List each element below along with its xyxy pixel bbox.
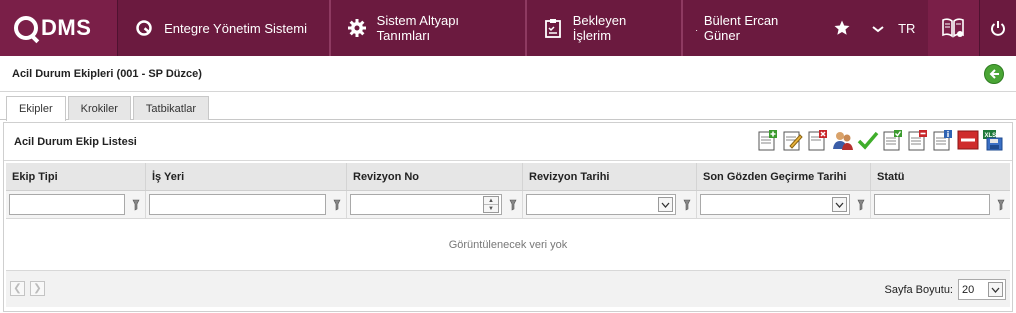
- user-menu[interactable]: . Bülent Ercan Güner: [683, 0, 825, 56]
- tab-ekipler[interactable]: Ekipler: [6, 96, 66, 121]
- approve-check-icon[interactable]: [856, 127, 879, 153]
- q-logo-icon: [14, 16, 38, 40]
- filter-revizyon-no-input[interactable]: ▲ ▼: [350, 194, 502, 215]
- user-name: Bülent Ercan Güner: [703, 13, 779, 43]
- filter-ekip-tipi-input[interactable]: [9, 194, 126, 215]
- spin-down-icon[interactable]: ▼: [484, 205, 498, 212]
- filter-options-icon[interactable]: [504, 199, 522, 211]
- edit-record-icon[interactable]: [781, 127, 804, 153]
- filter-options-icon[interactable]: [127, 199, 145, 211]
- power-logout-icon[interactable]: [980, 0, 1016, 56]
- panel-header: Acil Durum Ekip Listesi XLS: [4, 123, 1012, 161]
- language-selector[interactable]: TR: [860, 0, 928, 56]
- back-arrow-icon[interactable]: [984, 64, 1004, 84]
- nav-bekleyen-islerim[interactable]: Bekleyen İşlerim: [527, 0, 682, 56]
- number-spinner[interactable]: ▲ ▼: [483, 196, 499, 213]
- top-navigation-bar: DMS Entegre Yönetim Sistemi Sistem Altya…: [0, 0, 1016, 56]
- nav-label: Bekleyen İşlerim: [572, 13, 627, 43]
- add-record-icon[interactable]: [756, 127, 779, 153]
- column-header-son-gozden-gecirme-tarihi[interactable]: Son Gözden Geçirme Tarihi: [697, 163, 871, 190]
- column-header-is-yeri[interactable]: İş Yeri: [146, 163, 347, 190]
- chevron-down-icon[interactable]: [658, 197, 674, 212]
- nav-label: Sistem Altyapı Tanımları: [376, 13, 460, 43]
- filter-son-gozden-gecirme-select[interactable]: [700, 194, 851, 215]
- chevron-down-icon[interactable]: [832, 197, 848, 212]
- clipboard-icon: [543, 18, 562, 38]
- delete-record-icon[interactable]: [806, 127, 829, 153]
- nav-sistem-altyapi-tanimlari[interactable]: Sistem Altyapı Tanımları: [330, 0, 526, 56]
- filter-revizyon-tarihi-select[interactable]: [526, 194, 677, 215]
- grid-toolbar: XLS: [754, 127, 1004, 153]
- tab-strip: Ekipler Krokiler Tatbikatlar: [6, 96, 211, 121]
- prev-page-button[interactable]: ❮: [10, 281, 25, 296]
- tab-krokiler[interactable]: Krokiler: [67, 96, 131, 120]
- column-header-ekip-tipi[interactable]: Ekip Tipi: [6, 163, 146, 190]
- page-title: Acil Durum Ekipleri (001 - SP Düzce): [12, 68, 202, 80]
- favorites-star-icon[interactable]: [824, 0, 860, 56]
- q-circle-icon: [134, 18, 154, 38]
- column-header-statu[interactable]: Statü: [871, 163, 1010, 190]
- next-page-button[interactable]: ❯: [30, 281, 45, 296]
- panel-title: Acil Durum Ekip Listesi: [14, 136, 137, 148]
- filter-options-icon[interactable]: [678, 199, 696, 211]
- spin-up-icon[interactable]: ▲: [484, 197, 498, 205]
- logo-text: DMS: [41, 15, 92, 40]
- filter-statu-input[interactable]: [874, 194, 991, 215]
- list-info-icon[interactable]: [931, 127, 954, 153]
- list-approve-icon[interactable]: [881, 127, 904, 153]
- users-icon[interactable]: [831, 127, 854, 153]
- empty-grid-message: Görüntülenecek veri yok: [6, 219, 1010, 271]
- grid-pager: ❮ ❯ Sayfa Boyutu: 20: [6, 271, 1010, 307]
- column-header-revizyon-no[interactable]: Revizyon No: [347, 163, 523, 190]
- language-code: TR: [898, 20, 916, 36]
- page-size-label: Sayfa Boyutu:: [884, 283, 954, 296]
- filter-is-yeri-input[interactable]: [149, 194, 327, 215]
- chevron-down-icon[interactable]: [988, 282, 1003, 297]
- grid-filter-row: ▲ ▼: [6, 191, 1010, 219]
- user-marker-icon: .: [695, 23, 698, 33]
- gear-icon: [347, 18, 367, 38]
- cancel-icon[interactable]: [956, 127, 979, 153]
- page-size-select[interactable]: 20: [958, 279, 1006, 300]
- grid-header-row: Ekip Tipi İş Yeri Revizyon No Revizyon T…: [6, 163, 1010, 191]
- filter-options-icon[interactable]: [328, 199, 346, 211]
- tab-tatbikatlar[interactable]: Tatbikatlar: [132, 96, 210, 120]
- team-grid: Ekip Tipi İş Yeri Revizyon No Revizyon T…: [6, 163, 1010, 307]
- page-size-value: 20: [962, 283, 975, 296]
- team-list-panel: Acil Durum Ekip Listesi XLS Ekip Tipi İş…: [3, 122, 1013, 312]
- filter-options-icon[interactable]: [992, 199, 1010, 211]
- list-remove-icon[interactable]: [906, 127, 929, 153]
- page-size-control: Sayfa Boyutu: 20: [884, 279, 1006, 300]
- excel-export-icon[interactable]: XLS: [981, 127, 1004, 153]
- column-header-revizyon-tarihi[interactable]: Revizyon Tarihi: [523, 163, 697, 190]
- nav-entegre-yonetim-sistemi[interactable]: Entegre Yönetim Sistemi: [118, 0, 329, 56]
- page-header: Acil Durum Ekipleri (001 - SP Düzce): [0, 56, 1016, 92]
- help-book-icon[interactable]: [927, 0, 980, 56]
- chevron-down-icon: [872, 21, 884, 36]
- qdms-logo[interactable]: DMS: [0, 0, 118, 56]
- nav-label: Entegre Yönetim Sistemi: [164, 20, 307, 36]
- filter-options-icon[interactable]: [852, 199, 870, 211]
